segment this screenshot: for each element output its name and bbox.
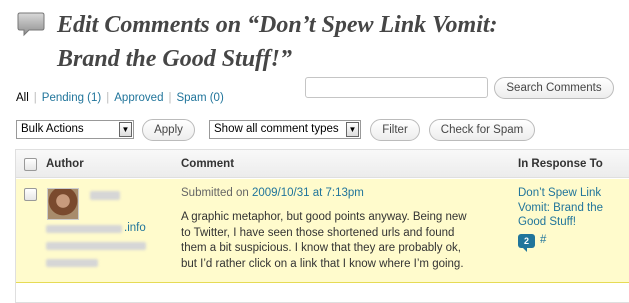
filter-all-link[interactable]: All bbox=[16, 92, 29, 104]
comment-count-bubble[interactable]: 2 bbox=[518, 234, 535, 252]
comments-table: Author Comment In Response To .info Subm… bbox=[15, 149, 629, 303]
search-comments-button[interactable]: Search Comments bbox=[494, 77, 614, 99]
row-checkbox[interactable] bbox=[24, 188, 37, 201]
comment-type-select[interactable]: Show all comment types ▼ bbox=[209, 120, 361, 139]
submitted-info: Submitted on 2009/10/31 at 7:13pm bbox=[181, 187, 364, 199]
check-for-spam-button[interactable]: Check for Spam bbox=[429, 119, 535, 141]
apply-button[interactable]: Apply bbox=[142, 119, 195, 141]
comment-type-value: Show all comment types bbox=[214, 123, 339, 135]
avatar bbox=[47, 188, 79, 220]
redacted-author-ip bbox=[46, 259, 98, 267]
table-header: Author Comment In Response To bbox=[16, 150, 629, 178]
search-input[interactable] bbox=[305, 77, 488, 98]
filter-approved-link[interactable]: Approved bbox=[114, 92, 163, 104]
chevron-down-icon: ▼ bbox=[119, 122, 132, 137]
bulk-actions-select[interactable]: Bulk Actions ▼ bbox=[16, 120, 134, 139]
column-header-response[interactable]: In Response To bbox=[518, 158, 603, 170]
redacted-author-url bbox=[46, 225, 122, 233]
page-title: Edit Comments on “Don’t Spew Link Vomit:… bbox=[57, 12, 498, 72]
table-row: .info Submitted on 2009/10/31 at 7:13pm … bbox=[16, 179, 629, 283]
comment-status-filters: All | Pending (1) | Approved | Spam (0) bbox=[16, 92, 224, 104]
column-header-author[interactable]: Author bbox=[46, 158, 84, 170]
author-url-link[interactable]: .info bbox=[124, 222, 146, 234]
select-all-checkbox[interactable] bbox=[24, 158, 37, 171]
filter-spam-link[interactable]: Spam (0) bbox=[176, 92, 223, 104]
redacted-author-email bbox=[46, 242, 146, 250]
column-header-comment: Comment bbox=[181, 158, 235, 170]
filter-pending-link[interactable]: Pending (1) bbox=[42, 92, 101, 104]
bulk-actions-value: Bulk Actions bbox=[21, 123, 84, 135]
comment-date-link[interactable]: 2009/10/31 at 7:13pm bbox=[252, 187, 364, 199]
comment-text: A graphic metaphor, but good points anyw… bbox=[181, 211, 467, 270]
response-post-link[interactable]: Don’t Spew Link Vomit: Brand the Good St… bbox=[518, 186, 616, 230]
filter-button[interactable]: Filter bbox=[370, 119, 420, 141]
submitted-label: Submitted on bbox=[181, 187, 249, 199]
comments-icon bbox=[17, 11, 45, 37]
post-permalink[interactable]: # bbox=[540, 234, 546, 246]
redacted-author-name bbox=[90, 191, 120, 200]
chevron-down-icon: ▼ bbox=[346, 122, 359, 137]
